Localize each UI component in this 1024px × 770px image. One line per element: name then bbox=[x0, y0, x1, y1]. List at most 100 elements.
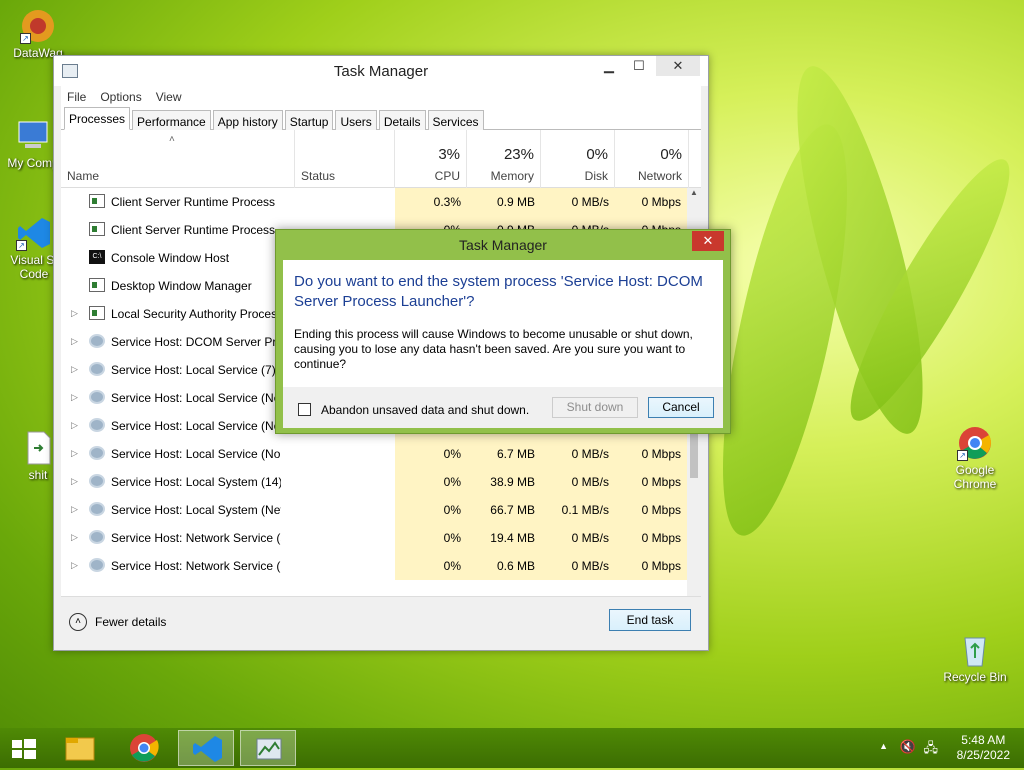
desktop-icon-google-chrome[interactable]: ↗ Google Chrome bbox=[940, 425, 1010, 491]
tab-performance[interactable]: Performance bbox=[132, 110, 211, 130]
network-icon[interactable]: 🖧 bbox=[924, 739, 939, 761]
expand-arrow-icon[interactable]: ▷ bbox=[71, 392, 78, 403]
header-disk-label: Disk bbox=[584, 169, 608, 183]
window-icon bbox=[89, 194, 105, 208]
tab-users[interactable]: Users bbox=[335, 110, 377, 130]
expand-arrow-icon[interactable]: ▷ bbox=[71, 336, 78, 347]
window-icon bbox=[89, 278, 105, 292]
menu-view[interactable]: View bbox=[156, 90, 182, 104]
abandon-data-label[interactable]: Abandon unsaved data and shut down. bbox=[321, 403, 529, 417]
shutdown-button: Shut down bbox=[552, 397, 638, 418]
desktop-icon-recycle-bin[interactable]: Recycle Bin bbox=[940, 632, 1010, 684]
menu-bar: File Options View bbox=[61, 86, 701, 108]
header-status[interactable]: Status bbox=[295, 130, 395, 188]
taskbar-file-explorer[interactable] bbox=[52, 730, 108, 766]
show-hidden-icons-icon[interactable]: ▲ bbox=[879, 741, 888, 751]
file-icon bbox=[20, 430, 56, 466]
header-cpu-pct: 3% bbox=[438, 146, 460, 163]
gear-icon bbox=[89, 334, 105, 348]
expand-arrow-icon[interactable]: ▷ bbox=[71, 448, 78, 459]
chrome-icon bbox=[130, 734, 159, 762]
process-name: Service Host: DCOM Server Process Launch… bbox=[111, 335, 281, 349]
fewer-details-button[interactable]: ˄ Fewer details bbox=[69, 613, 166, 631]
cancel-button[interactable]: Cancel bbox=[648, 397, 714, 418]
tab-startup[interactable]: Startup bbox=[284, 110, 334, 130]
expand-arrow-icon[interactable]: ▷ bbox=[71, 532, 78, 543]
scroll-up-arrow-icon[interactable]: ▲ bbox=[687, 188, 701, 197]
taskbar-chrome[interactable] bbox=[116, 730, 172, 766]
expand-arrow-icon[interactable]: ▷ bbox=[71, 420, 78, 431]
desktop-icon-label: Recycle Bin bbox=[943, 670, 1007, 684]
process-name: Service Host: Local System (14) bbox=[111, 475, 281, 489]
tab-app-history[interactable]: App history bbox=[212, 110, 283, 130]
close-button[interactable]: ✕ bbox=[656, 56, 700, 76]
mandala-icon: ↗ bbox=[20, 8, 56, 44]
tab-processes[interactable]: Processes bbox=[64, 107, 131, 130]
speaker-muted-icon[interactable]: 🔇 bbox=[900, 739, 916, 755]
window-icon bbox=[89, 222, 105, 236]
header-status-label: Status bbox=[301, 169, 336, 183]
menu-options[interactable]: Options bbox=[100, 90, 141, 104]
column-headers: ˄ Name Status 3% CPU 23% Memory 0% Disk … bbox=[61, 130, 701, 188]
clock[interactable]: 5:48 AM 8/25/2022 bbox=[957, 733, 1010, 763]
taskbar-vscode[interactable] bbox=[178, 730, 234, 766]
folder-icon bbox=[65, 737, 95, 761]
cell-memory: 0.9 MB bbox=[467, 188, 541, 216]
gear-icon bbox=[89, 418, 105, 432]
header-disk-pct: 0% bbox=[586, 146, 608, 163]
header-memory-pct: 23% bbox=[503, 146, 534, 163]
expand-arrow-icon[interactable]: ▷ bbox=[71, 308, 78, 319]
taskbar-task-manager[interactable] bbox=[240, 730, 296, 766]
expand-arrow-icon[interactable]: ▷ bbox=[71, 560, 78, 571]
tab-details[interactable]: Details bbox=[378, 110, 426, 130]
dialog-close-button[interactable]: ✕ bbox=[692, 231, 724, 251]
maximize-button[interactable]: ☐ bbox=[624, 56, 654, 76]
cell-network: 0 Mbps bbox=[615, 188, 687, 216]
process-name: Service Host: Local Service (7) bbox=[111, 363, 276, 377]
minimize-button[interactable]: ▁ bbox=[594, 56, 624, 76]
dialog-content-text: Ending this process will cause Windows t… bbox=[294, 327, 693, 371]
table-row[interactable]: ▷ Service Host: Local System (Net... 0% 66.… bbox=[61, 496, 687, 524]
shortcut-arrow-icon: ↗ bbox=[20, 33, 31, 44]
table-row[interactable]: Client Server Runtime Process 0.3% 0.9 MB 0… bbox=[61, 188, 687, 216]
taskbar: ▲ 🔇 🖧 5:48 AM 8/25/2022 bbox=[0, 728, 1024, 768]
cell-network: 0 Mbps bbox=[615, 496, 687, 524]
cell-network: 0 Mbps bbox=[615, 440, 687, 468]
cell-cpu: 0% bbox=[395, 524, 467, 552]
title-bar[interactable]: Task Manager ▁ ☐ ✕ bbox=[54, 56, 708, 86]
header-memory[interactable]: 23% Memory bbox=[467, 130, 541, 188]
table-row[interactable]: ▷ Service Host: Network Service (... 0% 0.6… bbox=[61, 552, 687, 580]
dialog-body: Do you want to end the system process 'S… bbox=[283, 260, 723, 387]
cell-memory: 6.7 MB bbox=[467, 440, 541, 468]
menu-file[interactable]: File bbox=[67, 90, 86, 104]
cell-memory: 38.9 MB bbox=[467, 468, 541, 496]
cell-cpu: 0.3% bbox=[395, 188, 467, 216]
table-row[interactable]: ▷ Service Host: Network Service (5) 0% 19.4… bbox=[61, 524, 687, 552]
gear-icon bbox=[89, 558, 105, 572]
vscode-icon bbox=[193, 736, 222, 762]
cell-disk: 0 MB/s bbox=[541, 552, 615, 580]
header-name[interactable]: ˄ Name bbox=[61, 130, 295, 188]
start-button[interactable] bbox=[0, 730, 48, 766]
process-name: Service Host: Local Service (No ... bbox=[111, 447, 281, 461]
sort-ascending-icon: ˄ bbox=[169, 134, 175, 145]
abandon-data-checkbox[interactable] bbox=[298, 403, 311, 416]
table-row[interactable]: ▷ Service Host: Local Service (No ... 0% 6.… bbox=[61, 440, 687, 468]
fewer-details-label: Fewer details bbox=[95, 615, 167, 629]
expand-arrow-icon[interactable]: ▷ bbox=[71, 364, 78, 375]
header-disk[interactable]: 0% Disk bbox=[541, 130, 615, 188]
end-task-button[interactable]: End task bbox=[609, 609, 691, 631]
expand-arrow-icon[interactable]: ▷ bbox=[71, 476, 78, 487]
header-network[interactable]: 0% Network bbox=[615, 130, 689, 188]
cell-memory: 19.4 MB bbox=[467, 524, 541, 552]
tab-services[interactable]: Services bbox=[427, 110, 484, 130]
process-name: Desktop Window Manager bbox=[111, 279, 252, 293]
dialog-main-instruction: Do you want to end the system process 'S… bbox=[294, 273, 703, 310]
expand-arrow-icon[interactable]: ▷ bbox=[71, 504, 78, 515]
table-row[interactable]: ▷ Service Host: Local System (14) 0% 38.9 M… bbox=[61, 468, 687, 496]
header-cpu[interactable]: 3% CPU bbox=[395, 130, 467, 188]
clock-time: 5:48 AM bbox=[961, 733, 1006, 747]
desktop-icon-datawag[interactable]: ↗ DataWag bbox=[3, 8, 73, 60]
windows-logo-icon bbox=[12, 739, 36, 759]
process-name: Service Host: Network Service (... bbox=[111, 559, 281, 573]
